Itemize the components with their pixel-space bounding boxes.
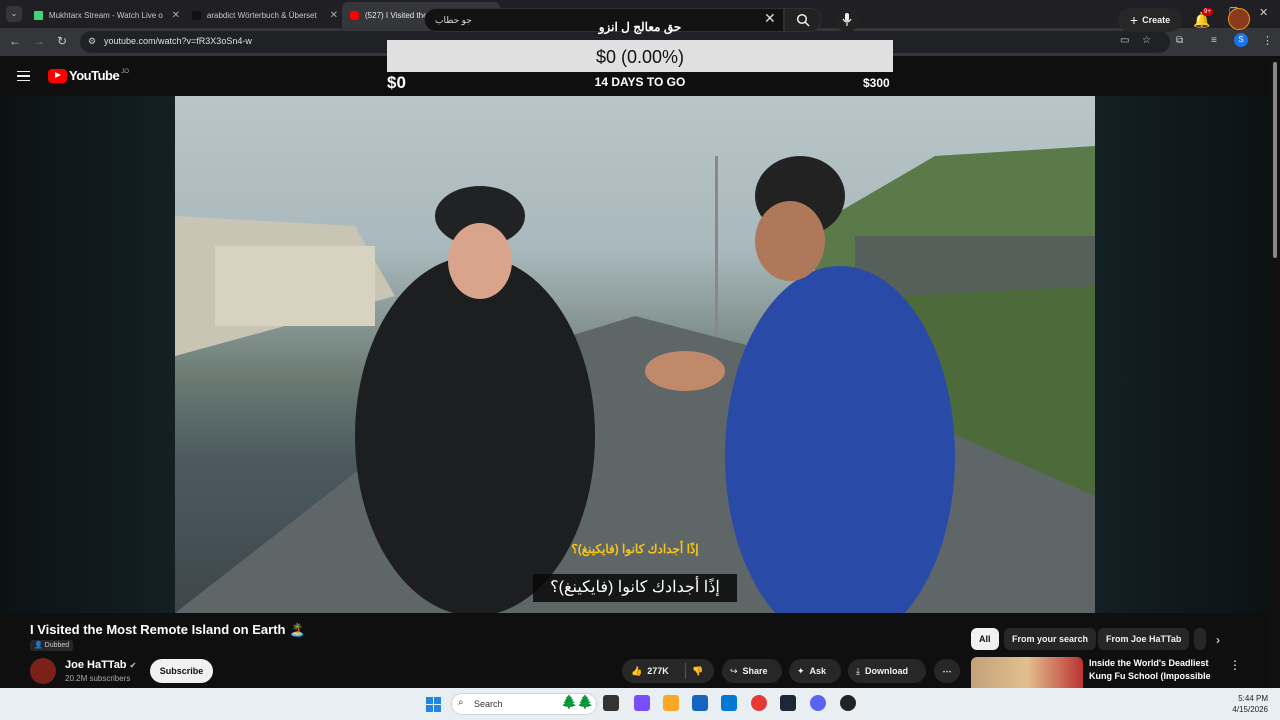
youtube-wordmark: YouTube	[69, 68, 120, 83]
close-tab-icon[interactable]: ✕	[172, 10, 180, 21]
chip-partial[interactable]	[1194, 628, 1206, 650]
caption-subtitle: إذًا أجدادك كانوا (فايكينغ)؟	[533, 574, 737, 602]
sparkle-icon: ✦	[797, 666, 805, 676]
clock-time: 5:44 PM	[1238, 694, 1268, 703]
youtube-favicon-icon	[350, 10, 359, 20]
scrollbar-thumb[interactable]	[1273, 62, 1277, 258]
donation-goal-value: $300	[863, 76, 890, 90]
tab-label: arabdict Wörterbuch & Überset	[206, 10, 317, 20]
like-dislike-group: 👍 277K 👎	[622, 659, 714, 683]
clock-date: 4/15/2026	[1232, 705, 1268, 714]
recommendation-menu-icon[interactable]: ⋮	[1229, 658, 1241, 672]
ask-button[interactable]: ✦ Ask	[789, 659, 841, 683]
verified-icon: ✔	[129, 661, 137, 670]
recommendation-thumbnail[interactable]	[971, 657, 1083, 689]
subscriber-count: 20.2M subscribers	[65, 674, 131, 683]
donation-amount: $0 (0.00%)	[595, 47, 685, 67]
task-view-icon[interactable]	[603, 695, 619, 711]
reload-icon[interactable]: ↻	[57, 34, 67, 48]
obs-app-icon[interactable]	[840, 695, 856, 711]
create-label: Create	[1142, 15, 1171, 25]
share-icon: ↪	[730, 666, 738, 676]
channel-name-text: Joe HaTTab	[65, 659, 127, 671]
share-label: Share	[742, 666, 768, 676]
video-frame[interactable]	[175, 96, 1095, 613]
dubbed-badge: 👤 Dubbed	[30, 640, 74, 651]
like-count[interactable]: 277K	[647, 666, 669, 676]
channel-name[interactable]: Joe HaTTab ✔	[65, 659, 136, 671]
browser-tab-arabdict[interactable]: arabdict Wörterbuch & Überset ✕	[184, 2, 338, 28]
more-icon: ⋯	[942, 666, 952, 676]
forward-icon[interactable]: →	[33, 34, 45, 48]
like-divider	[685, 663, 686, 679]
video-title: I Visited the Most Remote Island on Eart…	[30, 622, 306, 637]
reading-list-icon[interactable]: ≡	[1211, 35, 1217, 46]
taskbar-search-label: Search	[474, 699, 503, 709]
tab-list-button[interactable]: ⌄	[6, 6, 22, 22]
browser-menu-icon[interactable]: ⋮	[1262, 34, 1273, 47]
chevron-right-icon[interactable]: ›	[1216, 633, 1220, 647]
chip-from-search[interactable]: From your search	[1004, 628, 1097, 650]
account-avatar[interactable]	[1228, 8, 1250, 30]
discord-app-icon[interactable]	[810, 695, 826, 711]
kick-favicon-icon	[34, 10, 43, 20]
steam-app-icon[interactable]	[780, 695, 796, 711]
download-icon: ⤓	[856, 666, 860, 676]
widgets-app-icon[interactable]	[634, 695, 650, 711]
store-app-icon[interactable]	[692, 695, 708, 711]
extensions-icon[interactable]: ⧉	[1176, 35, 1183, 46]
close-window-icon[interactable]: ✕	[1259, 6, 1268, 19]
youtube-play-icon	[48, 68, 67, 83]
bookmark-star-icon[interactable]: ☆	[1142, 35, 1151, 46]
ask-label: Ask	[809, 666, 827, 676]
back-icon[interactable]: ←	[9, 34, 21, 48]
trees-widget-icon[interactable]: 🌲🌲	[561, 694, 593, 710]
youtube-logo[interactable]: YouTube JO	[48, 68, 129, 83]
arabdict-favicon-icon	[192, 10, 201, 20]
taskbar-search-icon: ⌕	[458, 697, 464, 708]
dislike-icon[interactable]: 👎	[692, 659, 703, 683]
subscribe-button[interactable]: Subscribe	[150, 659, 213, 683]
dubbed-icon: 👤	[34, 642, 43, 649]
more-actions-button[interactable]: ⋯	[934, 659, 960, 683]
channel-avatar[interactable]	[30, 658, 56, 684]
browser-tab-mukhtarx[interactable]: Mukhtarx Stream - Watch Live o ✕	[26, 2, 180, 28]
url-text: youtube.com/watch?v=fR3X3oSn4-w	[104, 36, 252, 46]
file-explorer-icon[interactable]	[663, 695, 679, 711]
create-button[interactable]: + Create	[1118, 8, 1182, 32]
donation-days-left: 14 DAYS TO GO	[594, 75, 686, 89]
country-code: JO	[121, 68, 129, 75]
outlook-app-icon[interactable]	[721, 695, 737, 711]
hamburger-menu-icon[interactable]	[17, 71, 30, 81]
plus-icon: +	[1129, 12, 1139, 28]
chrome-app-icon[interactable]	[751, 695, 767, 711]
dubbed-label: Dubbed	[44, 642, 70, 649]
share-button[interactable]: ↪ Share	[722, 659, 782, 683]
cast-icon[interactable]: ▭	[1120, 35, 1129, 46]
windows-start-icon[interactable]	[426, 697, 441, 712]
original-subtitle: إذًا أجدادك كانوا (فايكينغ)؟	[571, 542, 699, 556]
site-info-icon[interactable]: ⚙	[88, 36, 96, 47]
like-icon[interactable]: 👍	[631, 666, 642, 676]
chip-from-channel[interactable]: From Joe HaTTab	[1098, 628, 1190, 650]
donation-goal-title: حق معالج ل انزو	[598, 20, 682, 34]
profile-avatar[interactable]: S	[1234, 33, 1248, 47]
download-button[interactable]: ⤓ Download	[848, 659, 926, 683]
chip-all[interactable]: All	[971, 628, 999, 650]
download-label: Download	[864, 666, 908, 676]
tab-label: Mukhtarx Stream - Watch Live o	[48, 10, 163, 20]
taskbar-clock[interactable]: 5:44 PM 4/15/2026	[1220, 693, 1268, 715]
notification-badge: 9+	[1202, 8, 1213, 16]
close-tab-icon[interactable]: ✕	[330, 10, 338, 21]
video-scene	[175, 146, 1095, 613]
